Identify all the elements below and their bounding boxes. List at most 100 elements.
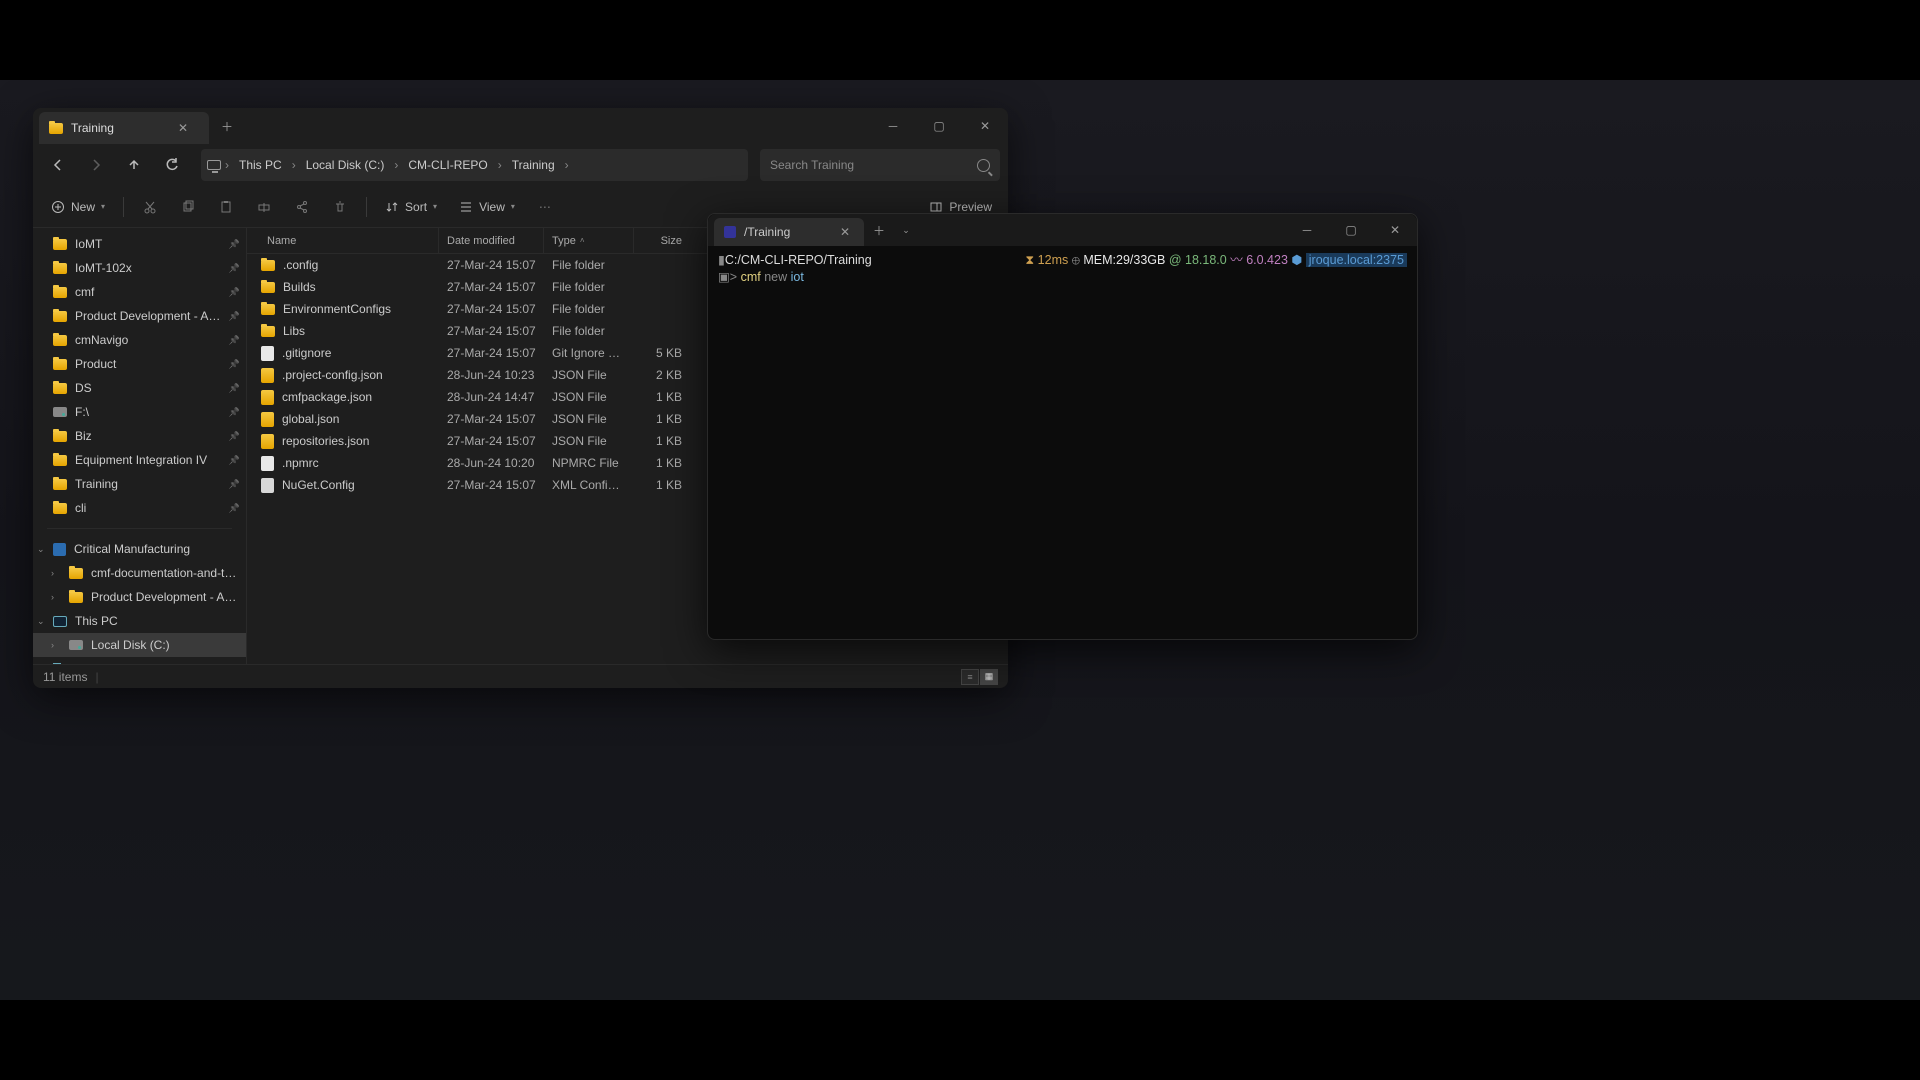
file-size: 2 KB xyxy=(634,368,690,382)
new-tab-button[interactable]: ＋ xyxy=(213,108,241,144)
close-window-button[interactable]: ✕ xyxy=(962,108,1008,144)
preview-icon xyxy=(929,200,943,214)
explorer-titlebar[interactable]: Training ✕ ＋ ─ ▢ ✕ xyxy=(33,108,1008,144)
file-name: NuGet.Config xyxy=(282,478,355,492)
sidebar-tree-item[interactable]: ⌄ This PC xyxy=(33,609,246,633)
file-type: Git Ignore Source ... xyxy=(544,346,634,360)
tab-close-button[interactable]: ✕ xyxy=(169,121,197,135)
sidebar-quick-item[interactable]: DS📌 xyxy=(33,376,246,400)
chevron-right-icon[interactable]: › xyxy=(51,640,54,650)
explorer-tab[interactable]: Training ✕ xyxy=(39,112,209,144)
up-button[interactable] xyxy=(117,148,151,182)
delete-button[interactable] xyxy=(324,192,356,222)
sidebar-quick-item[interactable]: Equipment Integration IV📌 xyxy=(33,448,246,472)
sidebar-quick-item[interactable]: IoMT📌 xyxy=(33,232,246,256)
column-size[interactable]: Size xyxy=(634,228,690,253)
sidebar-quick-item[interactable]: Product📌 xyxy=(33,352,246,376)
chevron-right-icon[interactable]: › xyxy=(563,158,571,172)
sidebar-item-label: Training xyxy=(75,477,221,491)
breadcrumb-segment[interactable]: This PC xyxy=(233,154,288,176)
folder-icon xyxy=(53,335,67,346)
sidebar-item-label: IoMT-102x xyxy=(75,261,221,275)
back-button[interactable] xyxy=(41,148,75,182)
sidebar-quick-item[interactable]: cli📌 xyxy=(33,496,246,520)
column-date[interactable]: Date modified xyxy=(439,228,544,253)
maximize-button[interactable]: ▢ xyxy=(1329,214,1373,246)
sidebar-quick-item[interactable]: cmNavigo📌 xyxy=(33,328,246,352)
status-bar: 11 items | ≡ ▦ xyxy=(33,664,1008,688)
share-button[interactable] xyxy=(286,192,318,222)
refresh-button[interactable] xyxy=(155,148,189,182)
file-date: 27-Mar-24 15:07 xyxy=(439,280,544,294)
sidebar-tree-item[interactable]: ⌄Critical Manufacturing xyxy=(33,537,246,561)
maximize-button[interactable]: ▢ xyxy=(916,108,962,144)
sidebar-tree-item[interactable]: ›cmf-documentation-and-training - Equip xyxy=(33,561,246,585)
chevron-down-icon[interactable]: ⌄ xyxy=(37,616,45,627)
sidebar-tree-item[interactable]: ›Network xyxy=(33,657,246,664)
new-tab-button[interactable]: ＋ xyxy=(864,214,894,246)
file-date: 27-Mar-24 15:07 xyxy=(439,324,544,338)
copy-button[interactable] xyxy=(172,192,204,222)
search-box[interactable]: Search Training xyxy=(760,149,1000,181)
sidebar-quick-item[interactable]: Biz📌 xyxy=(33,424,246,448)
file-name: repositories.json xyxy=(282,434,369,448)
sidebar-item-label: This PC xyxy=(75,614,240,628)
terminal-tab[interactable]: /Training ✕ xyxy=(714,218,864,246)
minimize-button[interactable]: ─ xyxy=(870,108,916,144)
pin-icon: 📌 xyxy=(229,407,240,418)
preview-button[interactable]: Preview xyxy=(923,200,998,214)
tab-close-button[interactable]: ✕ xyxy=(836,225,854,239)
chevron-right-icon[interactable]: › xyxy=(51,592,54,602)
profile-dropdown[interactable]: ⌄ xyxy=(894,214,918,246)
hourglass-icon: ⧗ xyxy=(1025,253,1037,267)
column-type[interactable]: Type ˄ xyxy=(544,228,634,253)
breadcrumb-segment[interactable]: Local Disk (C:) xyxy=(300,154,391,176)
explorer-sidebar[interactable]: IoMT📌IoMT-102x📌cmf📌Product Development -… xyxy=(33,228,247,664)
sidebar-quick-item[interactable]: cmf📌 xyxy=(33,280,246,304)
minimize-button[interactable]: ─ xyxy=(1285,214,1329,246)
chevron-down-icon: ▾ xyxy=(511,202,515,211)
chevron-right-icon[interactable]: › xyxy=(290,158,298,172)
file-name: .gitignore xyxy=(282,346,331,360)
details-view-toggle[interactable]: ▦ xyxy=(980,669,998,685)
chevron-right-icon[interactable]: › xyxy=(496,158,504,172)
net-icon xyxy=(53,663,67,664)
chevron-right-icon[interactable]: › xyxy=(223,158,231,172)
sidebar-item-label: Product xyxy=(75,357,221,371)
more-button[interactable]: ⋯ xyxy=(529,192,561,222)
folder-icon xyxy=(261,282,275,293)
file-icon xyxy=(261,456,274,471)
close-window-button[interactable]: ✕ xyxy=(1373,214,1417,246)
folder-icon xyxy=(69,568,83,579)
terminal-tab-title: /Training xyxy=(744,225,790,239)
chevron-down-icon[interactable]: ⌄ xyxy=(37,544,45,555)
column-name[interactable]: Name xyxy=(247,228,439,253)
status-mem: MEM:29/33GB xyxy=(1083,253,1165,267)
rename-button[interactable] xyxy=(248,192,280,222)
breadcrumb-segment[interactable]: CM-CLI-REPO xyxy=(402,154,493,176)
command-subcommand: new xyxy=(764,270,787,284)
terminal-body[interactable]: ▮C:/CM-CLI-REPO/Training⧗ 12ms ⊕ MEM:29/… xyxy=(708,246,1417,639)
paste-button[interactable] xyxy=(210,192,242,222)
cut-button[interactable] xyxy=(134,192,166,222)
breadcrumb-segment[interactable]: Training xyxy=(506,154,561,176)
sidebar-quick-item[interactable]: Training📌 xyxy=(33,472,246,496)
pc-icon xyxy=(207,160,221,170)
chevron-right-icon[interactable]: › xyxy=(392,158,400,172)
new-button[interactable]: New ▾ xyxy=(43,192,113,222)
sidebar-tree-item[interactable]: ›Product Development - Advocating & Ev xyxy=(33,585,246,609)
chevron-right-icon[interactable]: › xyxy=(51,568,54,578)
sidebar-quick-item[interactable]: IoMT-102x📌 xyxy=(33,256,246,280)
list-view-toggle[interactable]: ≡ xyxy=(961,669,979,685)
sidebar-quick-item[interactable]: Product Development - Advocating & E📌 xyxy=(33,304,246,328)
terminal-titlebar[interactable]: /Training ✕ ＋ ⌄ ─ ▢ ✕ xyxy=(708,214,1417,246)
sort-button[interactable]: Sort ▾ xyxy=(377,192,445,222)
file-icon xyxy=(261,368,274,383)
view-button[interactable]: View ▾ xyxy=(451,192,523,222)
sidebar-tree-item[interactable]: ›Local Disk (C:) xyxy=(33,633,246,657)
breadcrumb-bar[interactable]: › This PC › Local Disk (C:) › CM-CLI-REP… xyxy=(201,149,748,181)
status-time: 12ms xyxy=(1038,253,1069,267)
sidebar-quick-item[interactable]: F:\📌 xyxy=(33,400,246,424)
command-arg: iot xyxy=(791,270,804,284)
forward-button[interactable] xyxy=(79,148,113,182)
